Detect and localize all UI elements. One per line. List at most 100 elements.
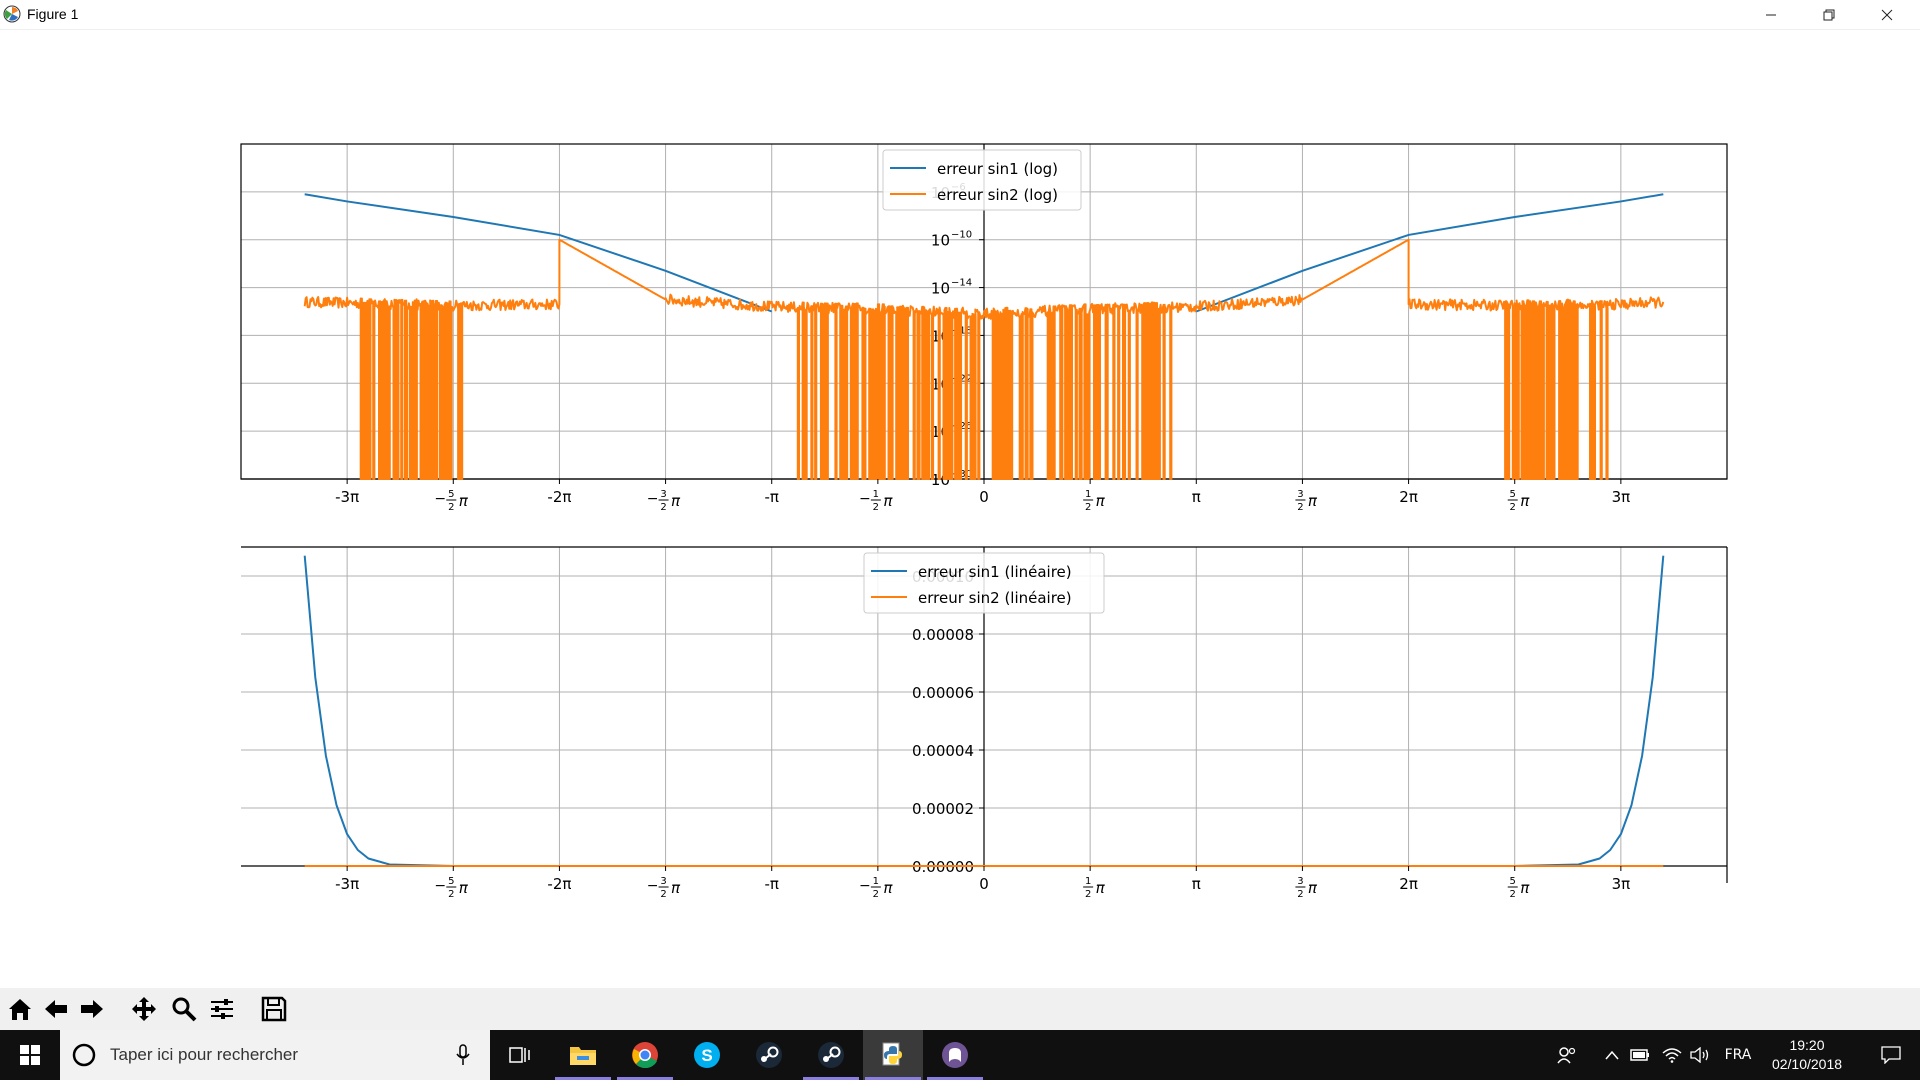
x-tick-denominator: 2 (660, 889, 666, 900)
x-tick-numerator: 1 (1085, 489, 1091, 500)
x-tick-label: -π (764, 875, 778, 893)
show-hidden-icons-button[interactable] (1600, 1030, 1624, 1080)
back-icon (45, 1000, 67, 1018)
steam-icon (818, 1042, 844, 1068)
y-tick-text: 0.00004 (912, 742, 974, 760)
people-icon (1557, 1047, 1576, 1064)
back-button[interactable] (40, 993, 72, 1025)
search-placeholder: Taper ici pour rechercher (110, 1045, 299, 1064)
x-tick-text: 3π (1612, 875, 1631, 893)
y-tick-text: 0.00006 (912, 684, 974, 702)
people-button[interactable] (1552, 1030, 1582, 1080)
x-tick-pi: π (459, 879, 469, 897)
x-tick-denominator: 2 (1085, 889, 1091, 900)
x-tick-label: −3 2 π (647, 489, 681, 513)
x-tick-numerator: 5 (448, 876, 454, 887)
x-tick-label: π (1192, 875, 1201, 893)
linear-error-subplot: 0.000000.000020.000040.000060.000080.000… (241, 546, 1728, 883)
minimize-button[interactable] (1742, 0, 1800, 29)
y-tick-exponent: −14 (951, 278, 972, 289)
y-tick-label: 10 −14 (931, 278, 972, 298)
legend: erreur sin1 (linéaire) erreur sin2 (linéa… (863, 552, 1105, 614)
x-tick-label: -3π (335, 875, 359, 893)
x-tick-text: -3π (335, 875, 359, 893)
x-tick-label: 3π (1612, 875, 1631, 893)
skype-icon: S (694, 1042, 720, 1068)
clock[interactable]: 19:20 02/10/2018 (1752, 1036, 1862, 1074)
x-tick-label: 3 2 π (1295, 489, 1318, 513)
action-center-button[interactable] (1866, 1030, 1916, 1080)
x-tick-pi: π (883, 492, 893, 510)
x-tick-label: 5 2 π (1507, 876, 1530, 900)
x-tick-label: −3 2 π (647, 876, 681, 900)
x-tick-label: 0 (979, 875, 989, 893)
speaker-icon (1690, 1047, 1709, 1063)
x-tick-pi: π (459, 492, 469, 510)
x-tick-label: 0 (979, 488, 989, 506)
y-tick-label: 0.00008 (912, 626, 974, 644)
notification-icon (1881, 1046, 1901, 1064)
x-tick-sign: − (859, 491, 871, 507)
x-tick-denominator: 2 (660, 502, 666, 513)
figure-plot[interactable]: 10−610−1010−1410−1810−2210−2610−30erreur… (0, 30, 1920, 988)
zoom-icon (172, 997, 197, 1022)
network-indicator[interactable] (1660, 1030, 1684, 1080)
search-box[interactable]: Taper ici pour rechercher (60, 1030, 490, 1080)
y-tick-text: 0.00002 (912, 800, 974, 818)
battery-indicator[interactable] (1628, 1030, 1652, 1080)
configure-subplots-button[interactable] (206, 993, 238, 1025)
taskbar-app-github[interactable] (925, 1030, 985, 1080)
x-tick-label: π (1192, 488, 1201, 506)
x-tick-numerator: 3 (660, 876, 666, 887)
volume-indicator[interactable] (1688, 1030, 1712, 1080)
x-tick-text: 0 (979, 488, 989, 506)
x-tick-pi: π (1520, 879, 1530, 897)
legend-label: erreur sin1 (linéaire) (918, 563, 1072, 581)
taskbar-app-python[interactable] (863, 1030, 923, 1080)
restore-button[interactable] (1800, 0, 1858, 29)
x-tick-label: 5 2 π (1507, 489, 1530, 513)
chrome-icon (632, 1042, 658, 1069)
windows-logo-icon (20, 1045, 40, 1065)
title-bar: Figure 1 (0, 0, 1920, 30)
x-tick-denominator: 2 (1297, 889, 1303, 900)
task-view-button[interactable] (490, 1030, 550, 1080)
task-view-icon (509, 1047, 530, 1063)
microphone-icon[interactable] (456, 1044, 470, 1066)
taskbar-app-steam-2[interactable] (801, 1030, 861, 1080)
close-button[interactable] (1858, 0, 1916, 29)
x-tick-pi: π (1308, 879, 1318, 897)
svg-text:S: S (701, 1046, 712, 1065)
x-tick-numerator: 5 (1510, 489, 1516, 500)
x-tick-denominator: 2 (873, 502, 879, 513)
x-tick-text: π (1192, 875, 1201, 893)
x-tick-label: -2π (547, 488, 571, 506)
x-tick-numerator: 3 (1297, 876, 1303, 887)
x-tick-sign: − (434, 491, 446, 507)
steam-icon (756, 1042, 782, 1068)
x-tick-pi: π (883, 879, 893, 897)
taskbar-app-chrome[interactable] (615, 1030, 675, 1080)
x-tick-text: -2π (547, 875, 571, 893)
configure-subplots-icon (211, 999, 233, 1019)
x-tick-label: 2π (1399, 875, 1418, 893)
x-tick-numerator: 3 (1297, 489, 1303, 500)
forward-button[interactable] (76, 993, 108, 1025)
y-tick-label: 0.00006 (912, 684, 974, 702)
x-tick-denominator: 2 (1085, 502, 1091, 513)
zoom-button[interactable] (168, 993, 200, 1025)
log-error-subplot: 10−610−1010−1410−1810−2210−2610−30erreur… (240, 143, 1728, 489)
start-button[interactable] (0, 1030, 60, 1080)
x-tick-pi: π (671, 879, 681, 897)
taskbar-app-steam[interactable] (739, 1030, 799, 1080)
pan-button[interactable] (128, 993, 160, 1025)
x-tick-label: -3π (335, 488, 359, 506)
legend: erreur sin1 (log) erreur sin2 (log) (882, 149, 1082, 211)
y-tick-label: 0.00004 (912, 742, 974, 760)
home-button[interactable] (4, 993, 36, 1025)
taskbar-app-skype[interactable]: S (677, 1030, 737, 1080)
save-button[interactable] (258, 993, 290, 1025)
x-tick-label: -2π (547, 875, 571, 893)
python-icon (882, 1042, 902, 1066)
taskbar-app-file-explorer[interactable] (553, 1030, 613, 1080)
